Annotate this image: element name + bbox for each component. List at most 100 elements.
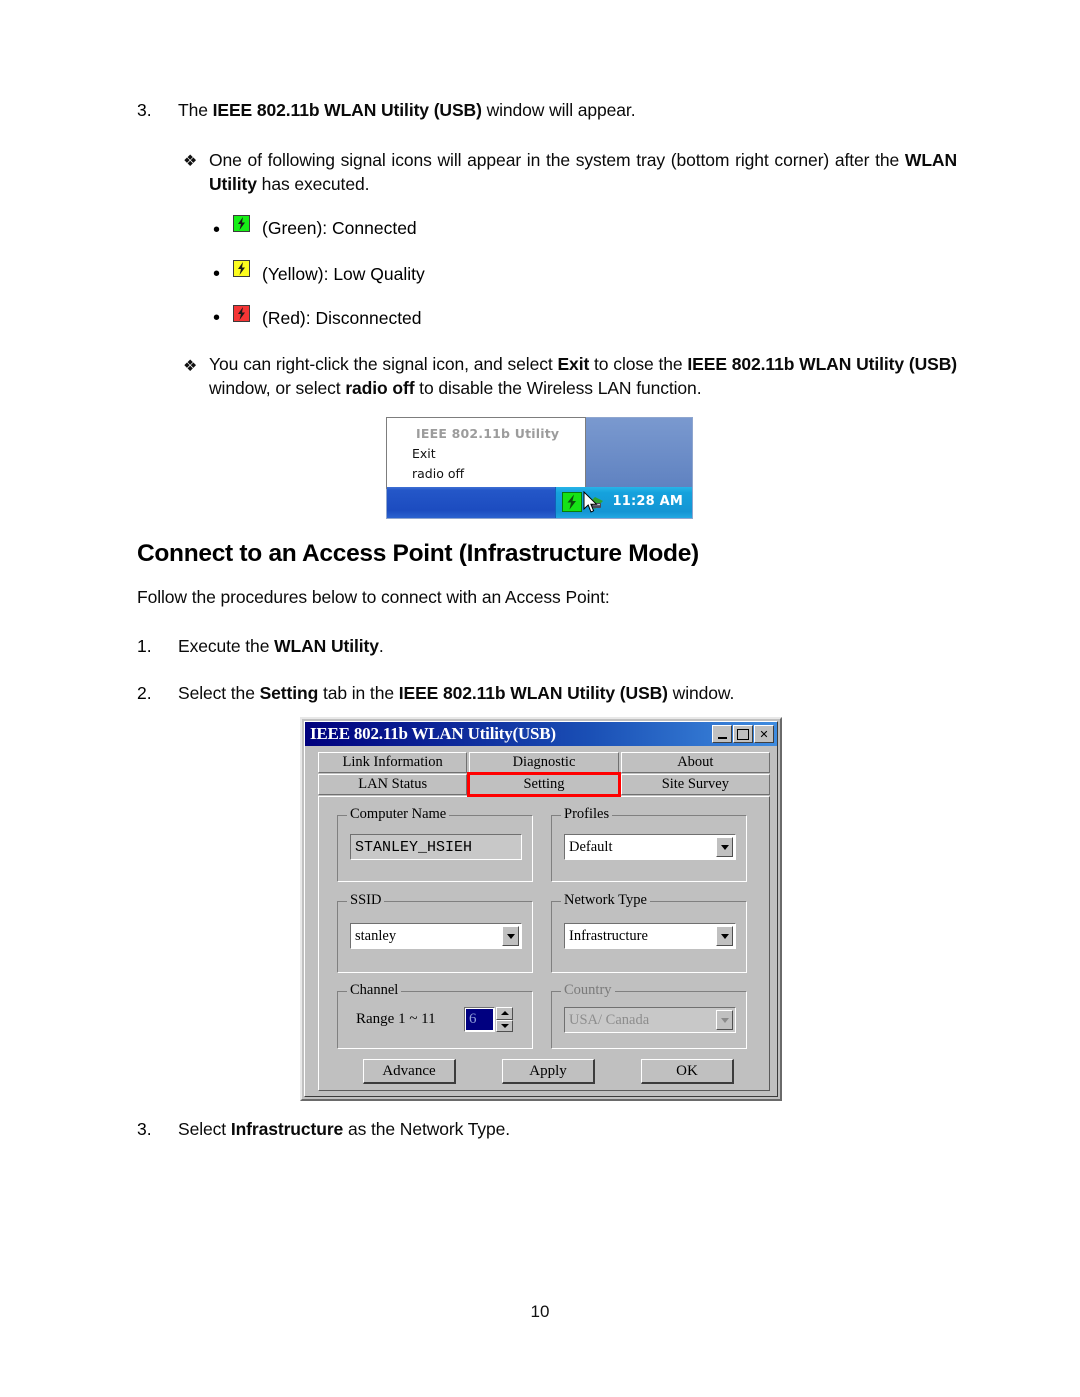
- minimize-button[interactable]: [712, 725, 732, 743]
- intro-paragraph: Follow the procedures below to connect w…: [137, 587, 610, 607]
- channel-value: 6: [466, 1009, 493, 1030]
- dialog-client-area: Computer Name STANLEY_HSIEH Profiles Def…: [318, 796, 770, 1091]
- dialog-tabs: Link Information Diagnostic About LAN St…: [318, 752, 770, 797]
- step2-bold-setting: Setting: [259, 683, 319, 703]
- chevron-down-icon[interactable]: [716, 837, 733, 857]
- step3-bold: IEEE 802.11b WLAN Utility (USB): [212, 100, 482, 120]
- page-title: Connect to an Access Point (Infrastructu…: [137, 540, 699, 567]
- document-page: 3. The IEEE 802.11b WLAN Utility (USB) w…: [0, 0, 1080, 1397]
- maximize-button[interactable]: [733, 725, 753, 743]
- step2-c: window.: [667, 683, 735, 703]
- windows-taskbar: 11:28 AM: [387, 487, 692, 518]
- group-computer-name: Computer Name STANLEY_HSIEH: [337, 806, 533, 882]
- close-icon: ✕: [759, 727, 769, 741]
- chevron-up-icon: [500, 1011, 509, 1016]
- profiles-combobox[interactable]: Default: [564, 834, 736, 860]
- step3-top-text: The IEEE 802.11b WLAN Utility (USB) wind…: [178, 98, 968, 122]
- ssid-combobox[interactable]: stanley: [350, 923, 522, 949]
- group-label-channel: Channel: [347, 982, 402, 999]
- rc-bold-exit: Exit: [557, 354, 590, 374]
- group-label-ssid: SSID: [347, 892, 385, 909]
- ok-button[interactable]: OK: [641, 1059, 734, 1084]
- lightning-bolt-glyph: [238, 307, 245, 320]
- step1-text: Execute the WLAN Utility.: [178, 634, 384, 658]
- round-bullet-icon: •: [213, 219, 221, 241]
- step1-b: .: [378, 636, 384, 656]
- step2-b: tab in the: [318, 683, 399, 703]
- list-number-1: 1.: [137, 636, 152, 656]
- signal-icons-intro-text: One of following signal icons will appea…: [209, 148, 957, 196]
- step3-bottom-text: Select Infrastructure as the Network Typ…: [178, 1117, 510, 1141]
- tab-lan-status[interactable]: LAN Status: [318, 774, 468, 795]
- channel-spinner[interactable]: [496, 1007, 513, 1032]
- tab-setting[interactable]: Setting: [467, 772, 621, 797]
- rc-c: window, or select: [209, 378, 346, 398]
- chevron-down-icon: [500, 1023, 509, 1028]
- network-type-combobox[interactable]: Infrastructure: [564, 923, 736, 949]
- signal-yellow-label: (Yellow): Low Quality: [262, 264, 425, 284]
- signal-green-label: (Green): Connected: [262, 218, 417, 238]
- tab-diagnostic[interactable]: Diagnostic: [469, 752, 619, 773]
- diamond-bullet-icon: ❖: [183, 358, 198, 375]
- rightclick-instruction-text: You can right-click the signal icon, and…: [209, 352, 957, 400]
- signal-green-icon: [233, 215, 250, 232]
- step3-text-after: window will appear.: [481, 100, 636, 120]
- dialog-title: IEEE 802.11b WLAN Utility(USB): [310, 724, 556, 743]
- notification-area: 11:28 AM: [555, 487, 692, 518]
- minimize-icon: [717, 736, 727, 739]
- tab-row-1: Link Information Diagnostic About: [318, 752, 770, 773]
- country-combobox: USA/ Canada: [564, 1007, 736, 1033]
- menu-title-label: IEEE 802.11b Utility: [416, 426, 560, 441]
- tray-context-menu[interactable]: IEEE 802.11b Utility Exit radio off: [386, 417, 586, 489]
- list-number-3-bottom: 3.: [137, 1119, 152, 1139]
- signal-red-label: (Red): Disconnected: [262, 308, 422, 328]
- lightning-bolt-glyph: [238, 217, 245, 230]
- group-country: Country USA/ Canada: [551, 982, 747, 1049]
- profiles-value: Default: [569, 838, 613, 855]
- step1-bold: WLAN Utility: [274, 636, 379, 656]
- step3b-b: as the Network Type.: [343, 1119, 511, 1139]
- spinner-up-button[interactable]: [496, 1007, 513, 1020]
- step3b-bold: Infrastructure: [230, 1119, 344, 1139]
- channel-value-field[interactable]: 6: [464, 1007, 495, 1032]
- tab-about[interactable]: About: [620, 752, 770, 773]
- system-tray-screenshot: IEEE 802.11b Utility Exit radio off 11:2…: [386, 417, 693, 519]
- group-profiles: Profiles Default: [551, 806, 747, 882]
- dialog-title-bar: IEEE 802.11b WLAN Utility(USB) ✕: [305, 722, 777, 746]
- rc-a: You can right-click the signal icon, and…: [209, 354, 558, 374]
- taskbar-clock[interactable]: 11:28 AM: [612, 494, 683, 509]
- chevron-down-icon[interactable]: [716, 926, 733, 946]
- tab-site-survey[interactable]: Site Survey: [620, 774, 770, 795]
- lightning-bolt-glyph: [567, 494, 576, 510]
- group-label-country: Country: [561, 982, 615, 999]
- wlan-utility-dialog: IEEE 802.11b WLAN Utility(USB) ✕ Link In…: [300, 717, 782, 1101]
- apply-button[interactable]: Apply: [502, 1059, 595, 1084]
- rc-bold-utility: IEEE 802.11b WLAN Utility (USB): [687, 354, 957, 374]
- country-value: USA/ Canada: [569, 1011, 650, 1028]
- tab-row-2: LAN Status Setting Site Survey: [318, 772, 770, 797]
- maximize-icon: [737, 728, 749, 740]
- menu-item-radio-off[interactable]: radio off: [412, 467, 464, 481]
- group-network-type: Network Type Infrastructure: [551, 892, 747, 973]
- group-label-network-type: Network Type: [561, 892, 650, 909]
- spinner-down-button[interactable]: [496, 1019, 513, 1032]
- group-label-computer-name: Computer Name: [347, 806, 450, 823]
- chevron-down-icon[interactable]: [502, 926, 519, 946]
- rc-b: to close the: [589, 354, 688, 374]
- step2-text: Select the Setting tab in the IEEE 802.1…: [178, 681, 734, 705]
- round-bullet-icon: •: [213, 263, 221, 285]
- page-number: 10: [530, 1302, 550, 1321]
- computer-name-field[interactable]: STANLEY_HSIEH: [350, 834, 522, 860]
- network-type-value: Infrastructure: [569, 927, 648, 944]
- tab-link-information[interactable]: Link Information: [318, 752, 468, 773]
- ssid-value: stanley: [355, 927, 397, 944]
- chevron-down-icon: [716, 1010, 733, 1030]
- menu-item-exit[interactable]: Exit: [412, 447, 436, 461]
- rc-bold-radiooff: radio off: [345, 378, 415, 398]
- signal-intro-b: has executed.: [256, 174, 370, 194]
- group-channel: Channel Range 1 ~ 11 6: [337, 982, 533, 1049]
- signal-green-icon[interactable]: [562, 492, 582, 512]
- advance-button[interactable]: Advance: [363, 1059, 456, 1084]
- close-button[interactable]: ✕: [754, 725, 774, 743]
- step3-text-before: The: [178, 100, 213, 120]
